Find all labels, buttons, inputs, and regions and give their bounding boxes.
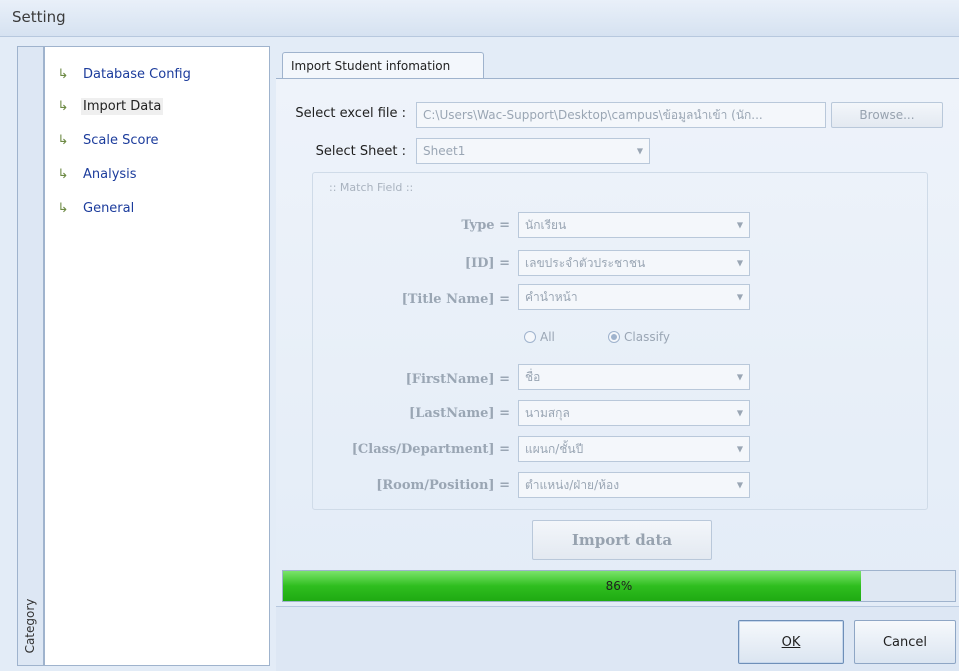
category-item-label: Import Data xyxy=(81,97,164,115)
id-select[interactable]: เลขประจำตัวประชาชน ▼ xyxy=(518,250,750,276)
sheet-select[interactable]: Sheet1 ▼ xyxy=(416,138,650,164)
ok-button[interactable]: OK xyxy=(738,620,844,664)
tree-arrow-icon: ↳ xyxy=(57,166,69,182)
match-field-title: :: Match Field :: xyxy=(329,181,414,194)
chevron-down-icon: ▼ xyxy=(736,372,743,382)
room-position-label: [Room/Position] = xyxy=(376,478,510,493)
chevron-down-icon: ▼ xyxy=(736,292,743,302)
tab-label: Import Student infomation xyxy=(291,59,451,73)
cancel-button[interactable]: Cancel xyxy=(854,620,956,664)
category-item-label: Database Config xyxy=(83,66,191,82)
first-name-select-value: ชื่อ xyxy=(525,369,541,384)
radio-classify[interactable]: Classify xyxy=(608,330,670,344)
chevron-down-icon: ▼ xyxy=(736,480,743,490)
radio-classify-label: Classify xyxy=(624,330,671,344)
browse-button[interactable]: Browse... xyxy=(831,102,943,128)
category-item-analysis[interactable]: ↳ Analysis xyxy=(55,163,139,185)
category-item-label: Scale Score xyxy=(83,132,159,148)
sheet-label: Select Sheet : xyxy=(315,144,406,159)
class-department-select[interactable]: แผนก/ชั้นปี ▼ xyxy=(518,436,750,462)
title-name-label: [Title Name] = xyxy=(401,292,510,307)
category-strip: Category xyxy=(17,46,44,666)
type-select-value: นักเรียน xyxy=(525,217,567,232)
type-select[interactable]: นักเรียน ▼ xyxy=(518,212,750,238)
tree-arrow-icon: ↳ xyxy=(57,200,69,216)
category-item-general[interactable]: ↳ General xyxy=(55,197,136,219)
excel-file-input[interactable]: C:\Users\Wac-Support\Desktop\campus\ข้อม… xyxy=(416,102,826,128)
last-name-select-value: นามสกุล xyxy=(525,405,570,420)
first-name-select[interactable]: ชื่อ ▼ xyxy=(518,364,750,390)
room-position-select-value: ตำแหน่ง/ฝ่าย/ห้อง xyxy=(525,477,620,492)
class-department-select-value: แผนก/ชั้นปี xyxy=(525,441,584,456)
chevron-down-icon: ▼ xyxy=(636,146,643,156)
chevron-down-icon: ▼ xyxy=(736,408,743,418)
radio-classify-indicator xyxy=(608,331,620,343)
excel-file-label: Select excel file : xyxy=(295,106,406,121)
first-name-label: [FirstName] = xyxy=(405,372,510,387)
chevron-down-icon: ▼ xyxy=(736,444,743,454)
room-position-select[interactable]: ตำแหน่ง/ฝ่าย/ห้อง ▼ xyxy=(518,472,750,498)
tab-import-student-information[interactable]: Import Student infomation xyxy=(282,52,484,78)
title-name-select[interactable]: คำนำหน้า ▼ xyxy=(518,284,750,310)
sheet-select-value: Sheet1 xyxy=(423,144,466,158)
category-item-label: General xyxy=(83,200,135,216)
tree-arrow-icon: ↳ xyxy=(57,66,69,82)
id-label: [ID] = xyxy=(464,256,510,271)
category-label: Category xyxy=(23,598,37,654)
title-name-select-value: คำนำหน้า xyxy=(525,289,578,304)
window-title: Setting xyxy=(12,8,66,26)
class-department-label: [Class/Department] = xyxy=(351,442,510,457)
chevron-down-icon: ▼ xyxy=(736,220,743,230)
radio-all[interactable]: All xyxy=(524,330,555,344)
category-item-label: Analysis xyxy=(83,166,137,182)
category-item-scale-score[interactable]: ↳ Scale Score xyxy=(55,129,161,151)
progress-text: 86% xyxy=(605,579,633,593)
category-panel: ↳ Database Config ↳ Import Data ↳ Scale … xyxy=(44,46,270,666)
radio-all-indicator xyxy=(524,331,536,343)
category-item-import-data[interactable]: ↳ Import Data xyxy=(55,95,164,117)
ok-button-label: OK xyxy=(781,634,801,650)
last-name-select[interactable]: นามสกุล ▼ xyxy=(518,400,750,426)
import-data-button[interactable]: Import data xyxy=(532,520,712,560)
window-titlebar: Setting xyxy=(0,0,959,37)
import-progress-bar: 86% xyxy=(282,570,956,602)
id-select-value: เลขประจำตัวประชาชน xyxy=(525,255,646,270)
type-label: Type = xyxy=(461,218,510,233)
category-item-database-config[interactable]: ↳ Database Config xyxy=(55,63,193,85)
last-name-label: [LastName] = xyxy=(409,406,510,421)
radio-all-label: All xyxy=(540,330,555,344)
tree-arrow-icon: ↳ xyxy=(57,98,69,114)
tree-arrow-icon: ↳ xyxy=(57,132,69,148)
chevron-down-icon: ▼ xyxy=(736,258,743,268)
